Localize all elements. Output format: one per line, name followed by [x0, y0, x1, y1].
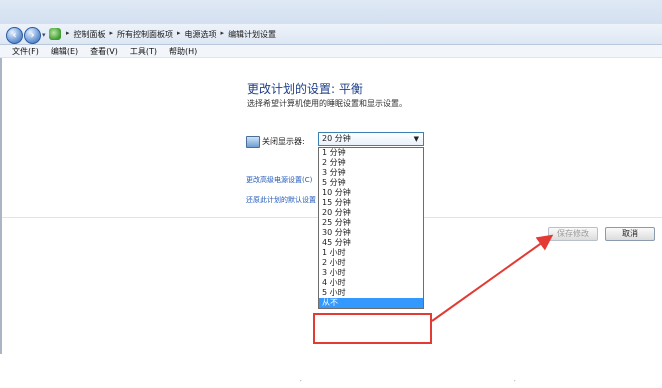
page-subtitle: 选择希望计算机使用的睡眠设置和显示设置。	[247, 99, 407, 108]
option-item[interactable]: 20 分钟	[319, 208, 423, 218]
option-item[interactable]: 15 分钟	[319, 198, 423, 208]
option-item[interactable]: 2 小时	[319, 258, 423, 268]
option-item[interactable]: 3 小时	[319, 268, 423, 278]
advanced-power-settings-link[interactable]: 更改高级电源设置(C)	[246, 175, 316, 185]
breadcrumb-item[interactable]: 控制面板	[74, 29, 106, 40]
annotation-highlight-box	[313, 313, 432, 344]
menu-bar: 文件(F) 编辑(E) 查看(V) 工具(T) 帮助(H)	[0, 45, 662, 58]
history-dropdown-icon[interactable]: ▾	[42, 31, 46, 39]
option-item[interactable]: 4 小时	[319, 278, 423, 288]
option-item[interactable]: 3 分钟	[319, 168, 423, 178]
option-item[interactable]: 25 分钟	[319, 218, 423, 228]
breadcrumb: ▸ 控制面板 ▸ 所有控制面板项 ▸ 电源选项 ▸ 编辑计划设置	[66, 29, 276, 40]
breadcrumb-item[interactable]: 所有控制面板项	[117, 29, 173, 40]
option-item[interactable]: 1 小时	[319, 248, 423, 258]
back-button[interactable]: ‹	[6, 27, 23, 44]
display-off-selected-value: 20 分钟	[322, 134, 351, 143]
option-item[interactable]: 45 分钟	[319, 238, 423, 248]
save-button[interactable]: 保存修改	[548, 227, 598, 241]
option-item[interactable]: 30 分钟	[319, 228, 423, 238]
forward-button[interactable]: ›	[24, 27, 41, 44]
restore-defaults-link[interactable]: 还原此计划的默认设置(R)	[246, 195, 316, 205]
breadcrumb-separator-icon: ▸	[66, 29, 70, 37]
cancel-button[interactable]: 取消	[605, 227, 655, 241]
menu-edit[interactable]: 编辑(E)	[51, 45, 78, 57]
address-bar: ‹ › ▾ ▸ 控制面板 ▸ 所有控制面板项 ▸ 电源选项 ▸ 编辑计划设置	[0, 24, 662, 45]
option-item[interactable]: 2 分钟	[319, 158, 423, 168]
window-left-border	[0, 58, 2, 354]
title-bar	[0, 0, 662, 24]
option-item[interactable]: 1 分钟	[319, 148, 423, 158]
breadcrumb-separator-icon: ▸	[109, 29, 114, 37]
display-off-options: 1 分钟 2 分钟 3 分钟 5 分钟 10 分钟 15 分钟 20 分钟 25…	[318, 147, 424, 309]
bottom-edge-mark: ′	[300, 379, 302, 387]
menu-help[interactable]: 帮助(H)	[169, 45, 197, 57]
display-off-select[interactable]: 20 分钟 ▼	[318, 132, 424, 146]
page-title: 更改计划的设置: 平衡	[247, 82, 363, 96]
menu-tools[interactable]: 工具(T)	[130, 45, 157, 57]
menu-file[interactable]: 文件(F)	[12, 45, 39, 57]
chevron-down-icon: ▼	[413, 135, 419, 143]
display-off-label: 关闭显示器:	[262, 137, 305, 146]
control-panel-icon	[49, 28, 61, 40]
control-panel-window: ‹ › ▾ ▸ 控制面板 ▸ 所有控制面板项 ▸ 电源选项 ▸ 编辑计划设置 文…	[0, 0, 662, 354]
monitor-icon	[246, 136, 260, 148]
menu-view[interactable]: 查看(V)	[90, 45, 118, 57]
main-content: 更改计划的设置: 平衡 选择希望计算机使用的睡眠设置和显示设置。 关闭显示器: …	[0, 58, 662, 354]
option-item[interactable]: 5 分钟	[319, 178, 423, 188]
bottom-edge-mark: ′	[514, 379, 516, 387]
breadcrumb-separator-icon: ▸	[177, 29, 181, 37]
option-item-never[interactable]: 从不	[319, 298, 423, 308]
option-item[interactable]: 5 小时	[319, 288, 423, 298]
option-item[interactable]: 10 分钟	[319, 188, 423, 198]
breadcrumb-item[interactable]: 电源选项	[185, 29, 217, 40]
breadcrumb-item[interactable]: 编辑计划设置	[228, 29, 276, 40]
breadcrumb-separator-icon: ▸	[220, 29, 225, 37]
